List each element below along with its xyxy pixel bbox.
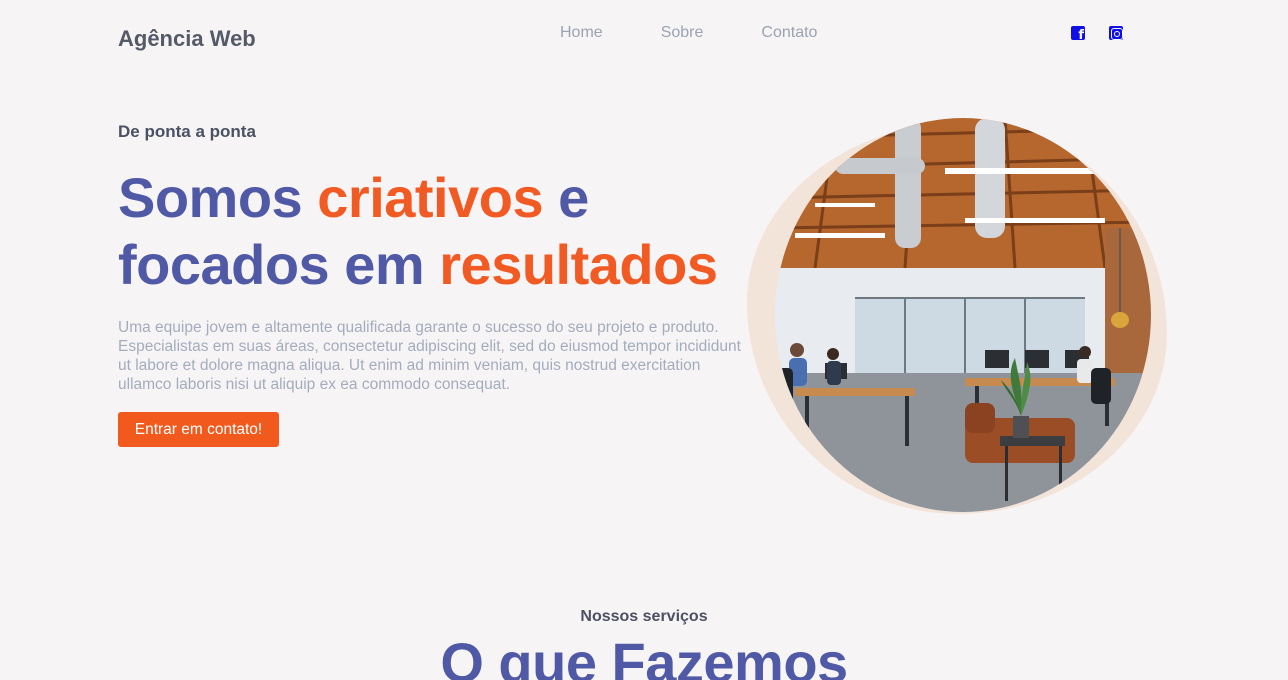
brand-logo[interactable]: Agência Web	[118, 26, 256, 52]
nav-home[interactable]: Home	[560, 24, 603, 42]
nav-sobre[interactable]: Sobre	[661, 24, 704, 42]
hero-office-photo	[775, 118, 1151, 512]
main-nav: Home Sobre Contato	[560, 24, 875, 42]
services-eyebrow: Nossos serviços	[580, 608, 708, 625]
headline-text-1: Somos	[118, 166, 318, 229]
hero-eyebrow: De ponta a ponta	[118, 122, 256, 141]
hero-headline: Somos criativos e focados em resultados	[118, 164, 758, 298]
instagram-icon[interactable]	[1109, 26, 1123, 40]
headline-accent-2: resultados	[439, 233, 718, 296]
contact-button[interactable]: Entrar em contato!	[118, 412, 279, 447]
nav-contato[interactable]: Contato	[761, 24, 817, 42]
social-links	[1071, 26, 1123, 43]
headline-accent-1: criativos	[317, 166, 544, 229]
facebook-icon[interactable]	[1071, 26, 1085, 43]
services-title: O que Fazemos	[440, 631, 848, 680]
hero-description: Uma equipe jovem e altamente qualificada…	[118, 319, 741, 393]
